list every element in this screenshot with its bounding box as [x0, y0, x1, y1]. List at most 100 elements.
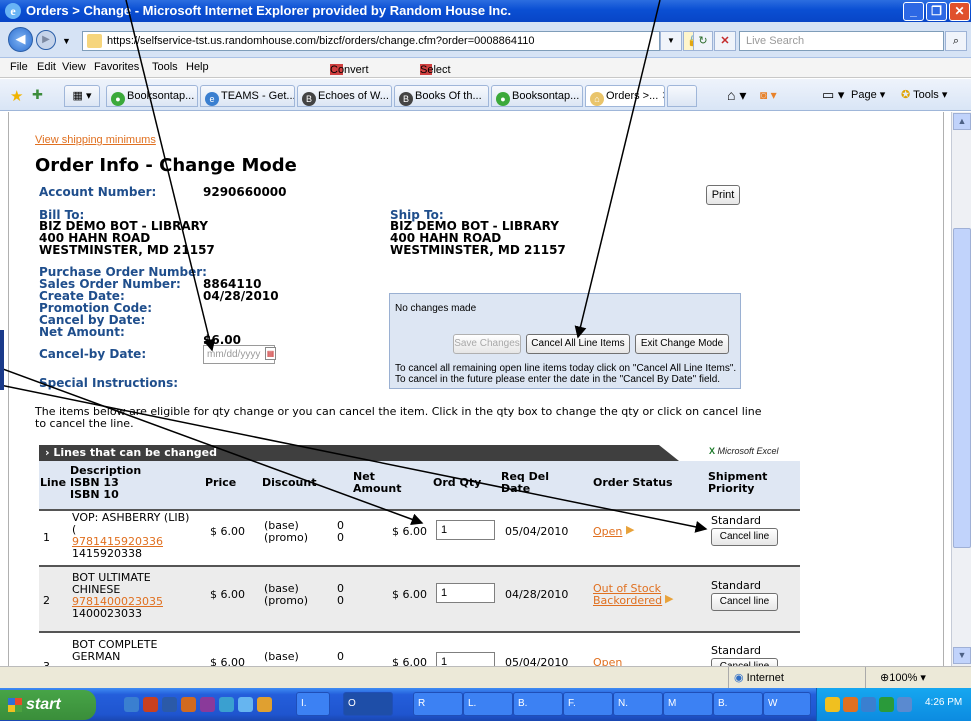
row-priority: Standard [711, 644, 762, 657]
row-qty-input[interactable]: 1 [436, 583, 495, 603]
row-description: BOT ULTIMATE CHINESE 9781400023035 140002… [72, 571, 163, 620]
row-qty-input[interactable]: 1 [436, 520, 495, 540]
tab-booksontap-2[interactable]: ● Booksontap... [491, 85, 583, 107]
search-icon[interactable]: ⌕ [945, 31, 967, 51]
cancel-line-button[interactable]: Cancel line [711, 593, 778, 611]
tray-icon[interactable] [861, 697, 876, 712]
cancel-line-button[interactable]: Cancel line [711, 528, 778, 546]
tray-icon[interactable] [897, 697, 912, 712]
menu-favorites[interactable]: Favorites [94, 61, 139, 73]
close-button[interactable]: ✕ [949, 2, 970, 21]
taskbar-button[interactable]: M [663, 692, 713, 716]
quicklaunch-icon[interactable] [238, 697, 253, 712]
vertical-scrollbar[interactable]: ▲ ▼ [951, 112, 971, 666]
status-arrow-icon[interactable]: ▶ [626, 523, 634, 536]
change-status-message: No changes made [395, 303, 477, 314]
status-divider [728, 667, 729, 689]
convert-button[interactable]: Convert ▾ [330, 61, 369, 76]
clock[interactable]: 4:26 PM [925, 697, 962, 708]
zoom-level[interactable]: ⊕100% ▾ [880, 671, 926, 684]
taskbar-button[interactable]: R [413, 692, 463, 716]
new-tab-button[interactable] [667, 85, 697, 107]
quicklaunch-icon[interactable] [200, 697, 215, 712]
special-instructions-label: Special Instructions: [39, 376, 179, 390]
print-icon[interactable]: ▭ ▾ [822, 87, 844, 103]
refresh-icon[interactable]: ↻ [693, 31, 713, 51]
quicklaunch-icon[interactable] [219, 697, 234, 712]
menu-file[interactable]: File [10, 61, 28, 73]
taskbar-button[interactable]: N. [613, 692, 663, 716]
tray-icon[interactable] [825, 697, 840, 712]
globe-icon: ◉ [734, 672, 744, 684]
cancel-all-line-items-button[interactable]: Cancel All Line Items [526, 334, 630, 354]
quicklaunch-icon[interactable] [143, 697, 158, 712]
tab-books-of-the[interactable]: B Books Of th... [394, 85, 489, 107]
system-tray: 4:26 PM [816, 688, 971, 721]
stop-icon[interactable]: ✕ [714, 31, 736, 51]
print-button[interactable]: Print [706, 185, 740, 205]
row-status-link[interactable]: Out of Stock Backordered [593, 583, 662, 607]
taskbar-button[interactable]: W [763, 692, 811, 716]
menu-edit[interactable]: Edit [37, 61, 56, 73]
tools-menu[interactable]: ✪ Tools ▾ [901, 88, 947, 101]
feeds-icon[interactable]: ◙ ▾ [760, 88, 777, 102]
history-dropdown-icon[interactable]: ▼ [62, 36, 71, 46]
status-arrow-icon[interactable]: ▶ [665, 592, 673, 605]
save-changes-button[interactable]: Save Changes [453, 334, 521, 354]
calendar-icon[interactable]: ▦ [265, 347, 276, 360]
quicklaunch-icon[interactable] [162, 697, 177, 712]
scroll-thumb[interactable] [953, 228, 971, 548]
page-menu[interactable]: Page ▾ [851, 88, 885, 101]
window-title-bar[interactable]: e Orders > Change - Microsoft Internet E… [0, 0, 971, 22]
taskbar-button[interactable]: B. [513, 692, 563, 716]
taskbar-button[interactable]: L. [463, 692, 513, 716]
home-icon[interactable]: ⌂ ▾ [727, 87, 746, 104]
search-input[interactable]: Live Search [739, 31, 944, 51]
tab-booksontap-1[interactable]: ● Booksontap... [106, 85, 198, 107]
cancel-line-button[interactable]: Cancel line [711, 658, 778, 666]
create-date-value: 04/28/2010 [203, 289, 279, 303]
view-shipping-minimums-link[interactable]: View shipping minimums [35, 134, 156, 146]
menu-view[interactable]: View [62, 61, 86, 73]
scroll-up-icon[interactable]: ▲ [953, 113, 971, 130]
quick-tabs-icon[interactable]: ▦ ▾ [64, 85, 100, 107]
lines-section-header: › Lines that can be changed X Microsoft … [39, 445, 799, 461]
row-req-del-date: 05/04/2010 [505, 525, 569, 538]
forward-button[interactable]: ▶ [36, 30, 56, 50]
col-order-status: Order Status [593, 476, 673, 489]
menu-tools[interactable]: Tools [152, 61, 178, 73]
tray-icon[interactable] [843, 697, 858, 712]
url-dropdown-icon[interactable]: ▼ [660, 31, 682, 51]
taskbar-button[interactable]: F. [563, 692, 613, 716]
row-status-link[interactable]: Open [593, 657, 622, 667]
menu-help[interactable]: Help [186, 61, 209, 73]
excel-export-link[interactable]: X Microsoft Excel [709, 446, 779, 456]
taskbar-button[interactable]: B. [713, 692, 763, 716]
url-input[interactable]: https://selfservice-tst.us.randomhouse.c… [82, 31, 660, 51]
taskbar-button[interactable]: I. [296, 692, 330, 716]
row-status-link[interactable]: Open [593, 526, 622, 538]
page-title: Order Info - Change Mode [35, 155, 297, 176]
start-button[interactable]: start [0, 690, 96, 720]
scroll-down-icon[interactable]: ▼ [953, 647, 971, 664]
tab-orders[interactable]: ⌂Orders >... ✕ [585, 85, 665, 107]
exit-change-mode-button[interactable]: Exit Change Mode [635, 334, 729, 354]
bill-to-line: WESTMINSTER, MD 21157 [39, 243, 215, 257]
quicklaunch-icon[interactable] [257, 697, 272, 712]
add-favorite-icon[interactable]: ✚ [32, 87, 43, 103]
maximize-button[interactable]: ❐ [926, 2, 947, 21]
quicklaunch-icon[interactable] [181, 697, 196, 712]
favorites-star-icon[interactable]: ★ [10, 87, 23, 105]
row-price: $ 6.00 [210, 588, 245, 601]
tab-close-icon[interactable]: ✕ [661, 90, 664, 102]
row-qty-input[interactable]: 1 [436, 652, 495, 666]
quicklaunch-icon[interactable] [124, 697, 139, 712]
security-zone[interactable]: ◉ Internet [734, 671, 784, 684]
minimize-button[interactable]: _ [903, 2, 924, 21]
lines-section-title: › Lines that can be changed [45, 446, 218, 459]
back-button[interactable]: ◀ [8, 27, 33, 52]
taskbar-button[interactable]: O [343, 692, 393, 716]
tab-teams[interactable]: e TEAMS - Get... [200, 85, 295, 107]
tray-icon[interactable] [879, 697, 894, 712]
tab-echoes[interactable]: B Echoes of W... [297, 85, 392, 107]
